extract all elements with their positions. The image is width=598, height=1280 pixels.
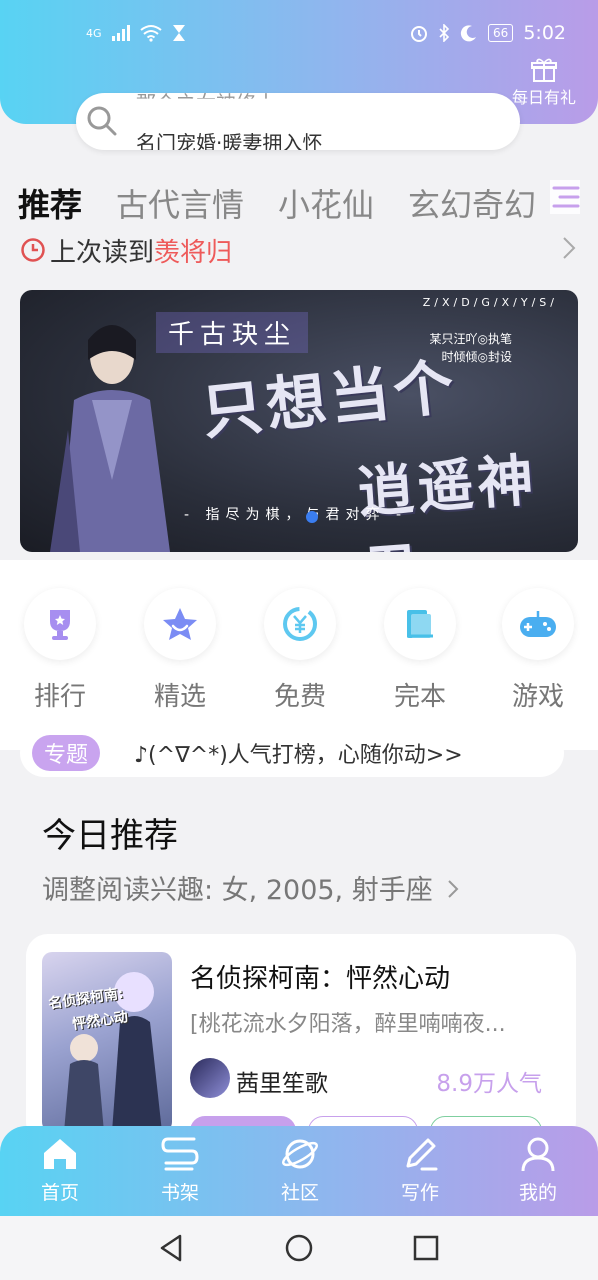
nav-label: 社区	[280, 1182, 319, 1204]
last-read-title: 羡将归	[154, 237, 233, 268]
clock-time: 5:02	[523, 22, 566, 44]
reading-interest-text: 调整阅读兴趣: 女, 2005, 射手座	[42, 875, 433, 906]
battery-indicator: 66	[488, 24, 514, 42]
alarm-icon	[411, 26, 428, 42]
daily-gift-button[interactable]: 每日有礼	[504, 56, 584, 108]
banner-code: Z/X/D/G/X/Y/S/	[422, 296, 558, 309]
planet-icon	[282, 1139, 318, 1169]
user-icon	[521, 1137, 555, 1172]
pen-icon	[406, 1138, 438, 1171]
chevron-right-icon	[563, 237, 576, 259]
book-author: 茜里笙歌	[236, 1071, 328, 1097]
back-icon[interactable]	[156, 1232, 188, 1264]
nav-community[interactable]: 社区	[260, 1134, 340, 1205]
network-label: 4G	[86, 26, 102, 40]
tab-xiaohuaxian[interactable]: 小花仙	[278, 180, 374, 226]
book-icon	[407, 610, 433, 638]
filter-menu-icon[interactable]	[550, 180, 580, 214]
nav-label: 写作	[400, 1182, 439, 1204]
book-description: [桃花流水夕阳落，醉里喃喃夜...	[190, 1012, 506, 1037]
tab-ancient-romance[interactable]: 古代言情	[116, 180, 244, 226]
quick-links: 排行 精选 免费 完本 游戏	[0, 588, 598, 718]
quick-link-games[interactable]: 游戏	[500, 588, 576, 713]
banner-top-title: 千古玦尘	[156, 312, 309, 353]
book-title: 名侦探柯南：怦然心动	[190, 964, 451, 994]
nav-bookshelf[interactable]: 书架	[140, 1134, 220, 1205]
quick-link-featured[interactable]: 精选	[142, 588, 218, 713]
nav-label: 首页	[40, 1182, 79, 1204]
bottom-navigation: 首页 书架 社区 写作 我的	[0, 1126, 598, 1216]
tab-recommend[interactable]: 推荐	[18, 180, 82, 226]
home-icon	[44, 1139, 76, 1169]
promo-banner[interactable]: Z/X/D/G/X/Y/S/ 千古玦尘 某只汪吖◎执笔 时倾倾◎封设 只想当个 …	[20, 290, 578, 552]
banner-main-line2: 逍遥神君	[355, 447, 540, 552]
book-popularity: 8.9万人气	[436, 1071, 542, 1097]
wifi-icon	[139, 25, 162, 42]
gift-label: 每日有礼	[511, 88, 576, 107]
carousel-indicator	[306, 511, 318, 523]
trophy-icon	[50, 610, 70, 640]
gamepad-icon	[520, 611, 556, 637]
banner-subtitle: - 指尽为棋，与君对弈 -	[184, 507, 408, 523]
quick-link-label: 精选	[153, 682, 206, 712]
quick-link-free[interactable]: 免费	[262, 588, 338, 713]
hourglass-icon	[172, 25, 185, 41]
bookshelf-icon	[161, 1137, 199, 1171]
author-avatar	[190, 1058, 230, 1098]
cover-art	[64, 972, 162, 1132]
nav-write[interactable]: 写作	[380, 1134, 460, 1205]
nav-profile[interactable]: 我的	[498, 1134, 578, 1205]
banner-main-line1: 只想当个	[199, 351, 461, 449]
gift-icon	[531, 58, 557, 82]
topic-strip[interactable]: 专题 ♪(^∇^*)人气打榜，心随你动>>	[20, 729, 564, 777]
search-bar[interactable]: 郡众之女神修士 名门宠婚·暖妻拥入怀	[76, 93, 520, 150]
topic-badge: 专题	[32, 735, 101, 771]
category-tabs: 推荐 古代言情 小花仙 玄幻奇幻	[18, 180, 598, 226]
moon-icon	[460, 25, 477, 42]
nav-home[interactable]: 首页	[20, 1134, 100, 1205]
book-cover: 名侦探柯南: 怦然心动	[42, 952, 172, 1132]
yuan-icon	[283, 607, 317, 641]
quick-link-label: 免费	[273, 682, 326, 712]
system-navigation-bar	[0, 1216, 598, 1280]
quick-link-ranking[interactable]: 排行	[22, 588, 98, 713]
home-circle-icon[interactable]	[283, 1232, 315, 1264]
book-card[interactable]: 名侦探柯南: 怦然心动 名侦探柯南：怦然心动 [桃花流水夕阳落，醉里喃喃夜...…	[26, 934, 576, 1144]
search-icon	[87, 106, 117, 136]
banner-credit-line1: 某只汪吖◎执笔	[429, 332, 512, 346]
nav-label: 我的	[518, 1182, 557, 1204]
clock-icon	[21, 238, 45, 262]
last-read-prefix: 上次读到	[50, 237, 155, 268]
search-hint: 名门宠婚·暖妻拥入怀	[136, 131, 323, 150]
quick-link-label: 游戏	[511, 682, 564, 712]
chevron-right-icon	[448, 880, 459, 898]
quick-link-completed[interactable]: 完本	[382, 588, 458, 713]
nav-label: 书架	[160, 1182, 199, 1204]
recents-icon[interactable]	[410, 1232, 442, 1264]
last-read-row[interactable]: 上次读到 羡将归	[20, 232, 580, 268]
status-bar: 4G 66 5:02	[0, 18, 598, 52]
bluetooth-icon	[439, 24, 450, 42]
reading-interest-link[interactable]: 调整阅读兴趣: 女, 2005, 射手座	[42, 868, 459, 907]
section-title: 今日推荐	[42, 816, 178, 856]
tab-fantasy[interactable]: 玄幻奇幻	[408, 180, 536, 226]
quick-link-label: 排行	[33, 682, 86, 712]
signal-icon	[111, 25, 130, 41]
search-ghost-text: 郡众之女神修士	[136, 93, 276, 115]
quick-link-label: 完本	[393, 682, 446, 712]
topic-text: ♪(^∇^*)人气打榜，心随你动>>	[134, 743, 463, 768]
star-icon	[163, 608, 197, 640]
